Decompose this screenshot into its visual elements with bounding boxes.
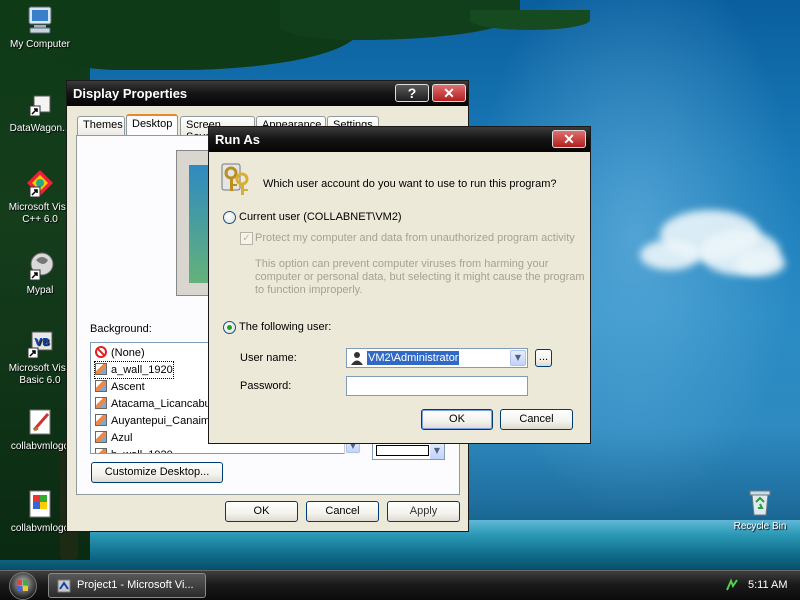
list-item[interactable]: Ascent [95, 379, 145, 395]
warning-text-line-2: computer or personal data, but selecting… [255, 271, 585, 283]
svg-text:VB: VB [34, 337, 49, 348]
paint-file-icon [24, 406, 56, 438]
run-as-question: Which user account do you want to use to… [263, 178, 557, 190]
desktop-icon-recycle-bin[interactable]: Recycle Bin [720, 486, 800, 533]
color-swatch [376, 445, 429, 456]
palm-frond [470, 10, 590, 30]
close-button[interactable]: ✕ [432, 84, 466, 102]
taskbar-item-project1[interactable]: Project1 - Microsoft Vi... [48, 573, 206, 598]
clock[interactable]: 5:11 AM [748, 579, 788, 591]
chevron-down-icon[interactable]: ▼ [430, 442, 444, 459]
start-button[interactable] [9, 572, 37, 600]
help-button[interactable]: ? [395, 84, 429, 102]
username-combobox[interactable]: VM2\Administrator ▼ [346, 348, 528, 368]
run-as-ok-button[interactable]: OK [421, 409, 493, 430]
bitmap-icon [95, 448, 107, 453]
chevron-down-icon[interactable]: ▼ [510, 350, 526, 366]
user-icon [350, 351, 364, 365]
current-user-radio[interactable] [223, 211, 236, 224]
username-label: User name: [240, 352, 297, 364]
window-title: Display Properties [73, 86, 188, 101]
desktop: My Computer DataWagon... Microsoft Visu … [0, 0, 800, 570]
list-item[interactable]: Azul [95, 430, 132, 446]
display-properties-titlebar[interactable]: Display Properties ? ✕ [67, 81, 468, 106]
bitmap-icon [95, 363, 107, 375]
list-item[interactable]: b_wall_1920 [95, 447, 173, 453]
run-as-titlebar[interactable]: Run As ✕ [209, 127, 590, 152]
password-label: Password: [240, 380, 292, 392]
bitmap-icon [95, 431, 107, 443]
desktop-icon-my-computer[interactable]: My Computer [0, 4, 80, 51]
visual-basic-icon: VB [24, 328, 56, 360]
visual-cpp-icon [24, 167, 56, 199]
background-label: Background: [90, 323, 152, 335]
cloud [640, 240, 700, 270]
visual-basic-icon [57, 579, 71, 593]
protect-label: Protect my computer and data from unauth… [255, 232, 575, 244]
cloud [735, 250, 785, 276]
apply-button[interactable]: Apply [387, 501, 460, 522]
image-file-icon [24, 488, 56, 520]
network-tray-icon[interactable] [725, 578, 739, 592]
protect-checkbox[interactable]: ✓ [240, 232, 253, 245]
bitmap-icon [95, 414, 107, 426]
current-user-label[interactable]: Current user (COLLABNET\VM2) [239, 211, 402, 223]
taskbar-item-label: Project1 - Microsoft Vi... [77, 579, 194, 591]
warning-text-line-3: to function improperly. [255, 284, 363, 296]
taskbar: Project1 - Microsoft Vi... 5:11 AM [0, 570, 800, 600]
monitor-preview [176, 150, 212, 296]
warning-text-line-1: This option can prevent computer viruses… [255, 258, 549, 270]
desktop-icon-label: My Computer [9, 39, 70, 50]
none-icon [95, 346, 107, 358]
recycle-bin-icon [744, 486, 776, 518]
bitmap-icon [95, 380, 107, 392]
following-user-radio[interactable] [223, 321, 236, 334]
username-value: VM2\Administrator [367, 351, 460, 365]
list-item[interactable]: Atacama_Licancabur [95, 396, 214, 412]
tab-desktop[interactable]: Desktop [126, 114, 178, 136]
shortcut-icon [24, 88, 56, 120]
keys-icon [220, 162, 254, 196]
cancel-button[interactable]: Cancel [306, 501, 379, 522]
bitmap-icon [95, 397, 107, 409]
following-user-label[interactable]: The following user: [239, 321, 331, 333]
run-as-cancel-button[interactable]: Cancel [500, 409, 573, 430]
my-computer-icon [24, 4, 56, 36]
tab-themes[interactable]: Themes [77, 116, 125, 135]
password-field[interactable] [346, 376, 528, 396]
desktop-icon-label: Recycle Bin [733, 521, 787, 532]
list-item[interactable]: a_wall_1920 [94, 361, 174, 379]
mypal-browser-icon [24, 250, 56, 282]
list-item[interactable]: Auyantepui_Canaima [95, 413, 216, 429]
window-title: Run As [215, 132, 261, 147]
close-button[interactable]: ✕ [552, 130, 586, 148]
list-item[interactable]: (None) [95, 345, 145, 361]
ok-button[interactable]: OK [225, 501, 298, 522]
customize-desktop-button[interactable]: Customize Desktop... [91, 462, 223, 483]
browse-users-button[interactable]: ... [535, 349, 552, 367]
